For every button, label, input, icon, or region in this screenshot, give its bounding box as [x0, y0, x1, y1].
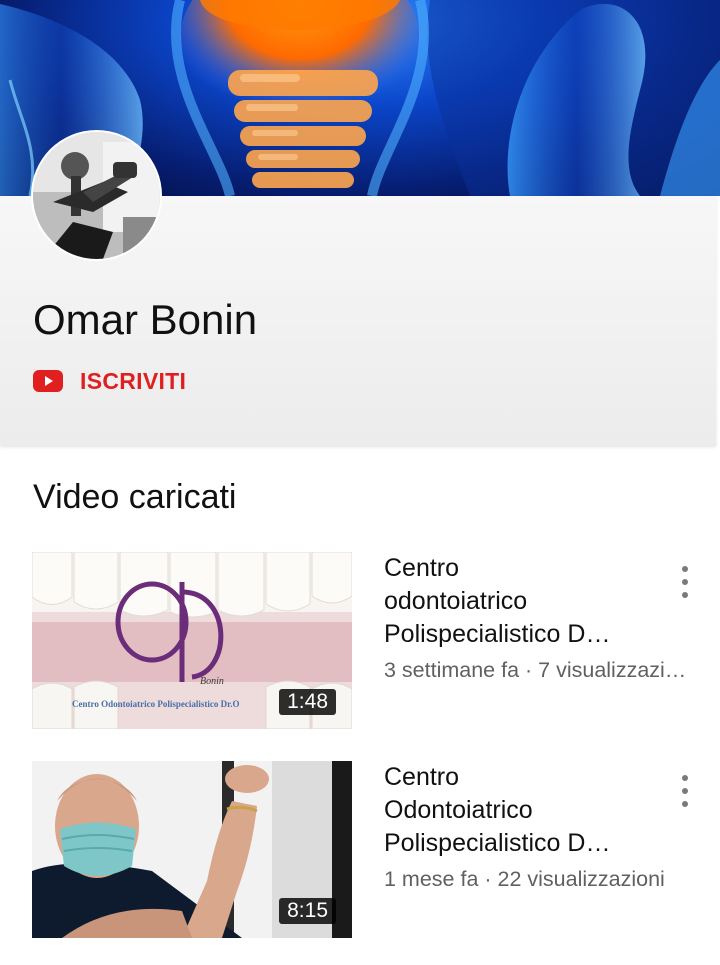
more-vertical-icon[interactable] — [672, 775, 698, 807]
avatar-image — [33, 132, 160, 259]
channel-avatar[interactable] — [33, 132, 160, 259]
section-title: Video caricati — [33, 478, 237, 516]
video-duration: 8:15 — [279, 898, 336, 924]
video-title-line: Polispecialistico D… — [384, 620, 611, 648]
video-title-line: Centro — [384, 554, 460, 582]
video-thumbnail[interactable]: Bonin Centro Odontoiatrico Polispecialis… — [32, 552, 352, 729]
video-meta: 3 settimane fa · 7 visualizzazi… — [384, 658, 687, 682]
channel-name: Omar Bonin — [33, 296, 258, 343]
video-item[interactable]: 8:15 Centro Odontoiatrico Polispecialist… — [0, 761, 720, 939]
thumbnail-caption: Centro Odontoiatrico Polispecialistico D… — [72, 699, 239, 709]
video-thumbnail[interactable]: 8:15 — [32, 761, 352, 938]
more-vertical-icon[interactable] — [672, 566, 698, 598]
subscribe-button[interactable]: ISCRIVITI — [33, 364, 186, 398]
video-title[interactable]: Centro odontoiatrico Polispecialistico D… — [384, 552, 654, 651]
video-title-line: odontoiatrico — [384, 587, 528, 615]
video-item[interactable]: Bonin Centro Odontoiatrico Polispecialis… — [0, 552, 720, 730]
video-title[interactable]: Centro Odontoiatrico Polispecialistico D… — [384, 761, 654, 860]
subscribe-label: ISCRIVITI — [80, 367, 187, 394]
video-title-line: Centro — [384, 763, 460, 791]
video-meta: 1 mese fa · 22 visualizzazioni — [384, 867, 665, 891]
video-title-line: Polispecialistico D… — [384, 829, 611, 857]
youtube-logo-icon — [33, 370, 63, 392]
video-title-line: Odontoiatrico — [384, 796, 533, 824]
video-duration: 1:48 — [279, 689, 336, 715]
thumbnail-logo-text: Bonin — [200, 676, 224, 687]
